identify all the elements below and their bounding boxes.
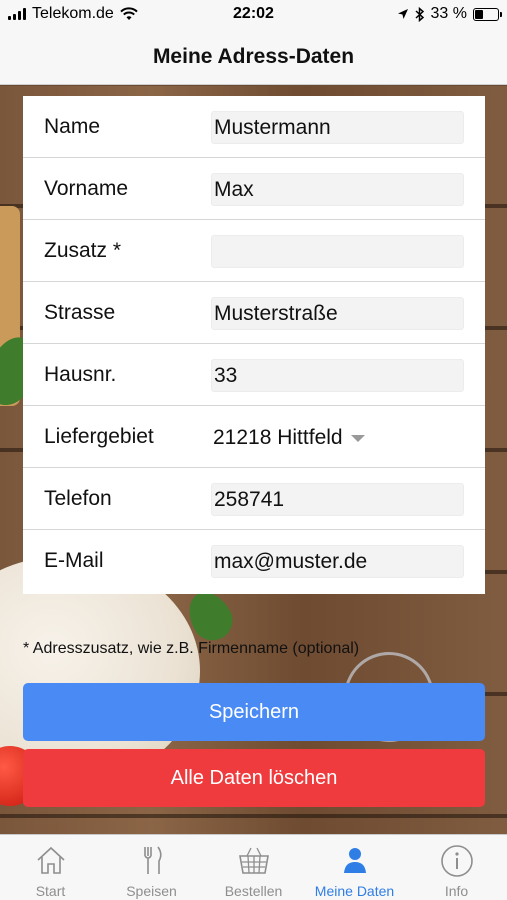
- battery-fill: [475, 9, 483, 19]
- tab-meine-daten[interactable]: Meine Daten: [304, 835, 405, 900]
- tab-info[interactable]: Info: [406, 835, 507, 900]
- tab-meine-daten-label: Meine Daten: [314, 883, 395, 899]
- home-icon: [36, 846, 65, 874]
- info-icon: [440, 845, 473, 877]
- strasse-label: Strasse: [44, 301, 116, 324]
- basket-icon: [238, 847, 269, 874]
- liefergebiet-label: Liefergebiet: [44, 425, 154, 448]
- status-right: 33 %: [397, 5, 502, 23]
- battery-icon: [473, 7, 502, 21]
- email-input[interactable]: max@muster.de: [211, 545, 464, 578]
- dropdown-caret-icon: [350, 435, 365, 442]
- tab-info-label: Info: [444, 883, 469, 899]
- zusatz-footnote: * Adresszusatz, wie z.B. Firmenname (opt…: [23, 640, 360, 657]
- person-icon: [343, 848, 366, 873]
- hausnr-label: Hausnr.: [44, 363, 117, 386]
- form-row-liefergebiet: Liefergebiet 21218 Hittfeld: [23, 406, 485, 468]
- form-row-email: E-Mail max@muster.de: [23, 530, 485, 594]
- tab-bar: Start Speisen Bestellen Meine Daten Info: [0, 834, 507, 900]
- zusatz-input[interactable]: [211, 235, 464, 268]
- bluetooth-icon: [415, 6, 424, 22]
- tab-speisen-label: Speisen: [126, 883, 177, 899]
- name-label: Name: [44, 115, 101, 138]
- tab-start[interactable]: Start: [0, 835, 101, 900]
- hausnr-input[interactable]: 33: [211, 359, 464, 392]
- status-bar: Telekom.de 22:02 33 %: [0, 0, 507, 30]
- liefergebiet-value: 21218 Hittfeld: [213, 426, 343, 449]
- tab-bestellen[interactable]: Bestellen: [203, 835, 304, 900]
- form-row-telefon: Telefon 258741: [23, 468, 485, 530]
- vorname-input[interactable]: Max: [211, 173, 464, 206]
- page-title: Meine Adress-Daten: [152, 45, 355, 68]
- fork-knife-icon: [143, 846, 162, 874]
- location-arrow-icon: [397, 9, 408, 19]
- form-row-vorname: Vorname Max: [23, 158, 485, 220]
- liefergebiet-select[interactable]: 21218 Hittfeld: [211, 421, 365, 454]
- vorname-label: Vorname: [44, 177, 129, 200]
- tab-speisen[interactable]: Speisen: [101, 835, 202, 900]
- form-row-name: Name Mustermann: [23, 96, 485, 158]
- telefon-input[interactable]: 258741: [211, 483, 464, 516]
- email-label: E-Mail: [44, 549, 104, 572]
- form-row-zusatz: Zusatz *: [23, 220, 485, 282]
- telefon-label: Telefon: [44, 487, 112, 510]
- form-row-hausnr: Hausnr. 33: [23, 344, 485, 406]
- delete-all-button[interactable]: Alle Daten löschen: [23, 749, 485, 807]
- zusatz-label: Zusatz *: [44, 239, 122, 262]
- battery-percent: 33 %: [430, 5, 467, 22]
- tab-start-label: Start: [35, 883, 66, 899]
- tab-bestellen-label: Bestellen: [224, 883, 283, 899]
- form-row-strasse: Strasse Musterstraße: [23, 282, 485, 344]
- address-form: Name Mustermann Vorname Max Zusatz * Str…: [23, 96, 485, 594]
- strasse-input[interactable]: Musterstraße: [211, 297, 464, 330]
- save-button[interactable]: Speichern: [23, 683, 485, 741]
- name-input[interactable]: Mustermann: [211, 111, 464, 144]
- nav-bar: Meine Adress-Daten: [0, 30, 507, 85]
